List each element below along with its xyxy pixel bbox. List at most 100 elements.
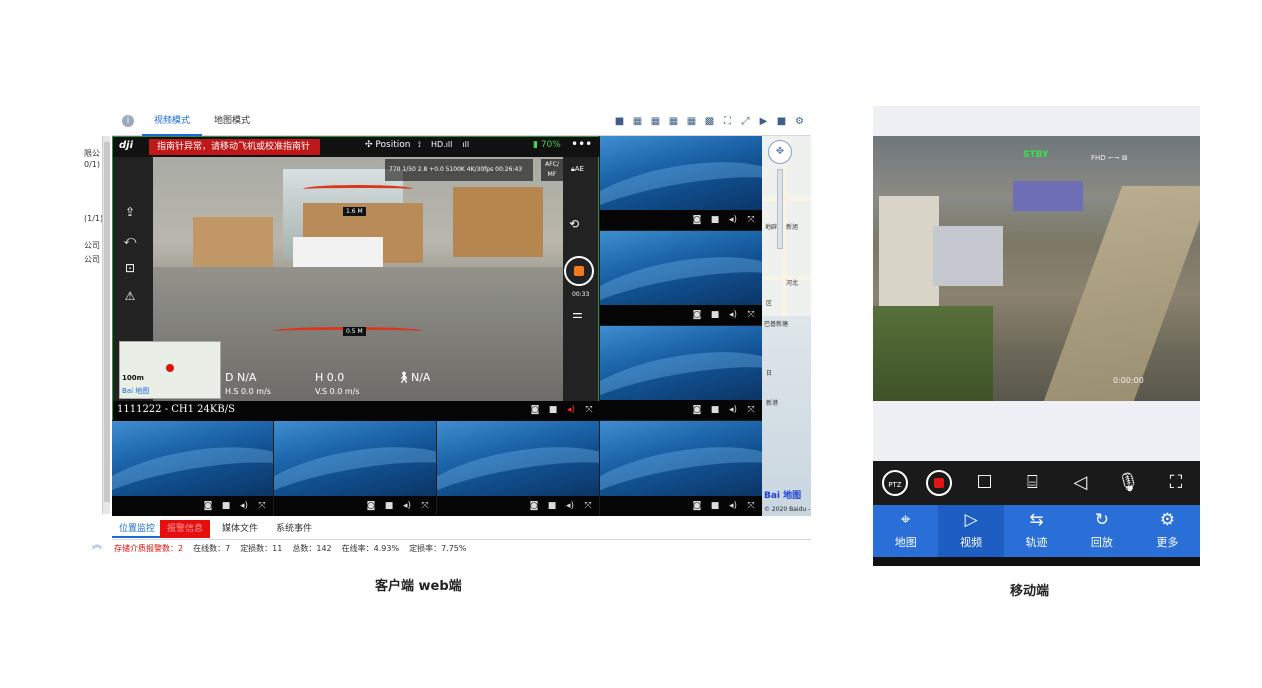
expand-icon[interactable]: ⤧	[746, 501, 756, 511]
video-cell-main[interactable]: 1.6 M 0.5 M dji 指南针异常，请移动飞机或校准指南针 ✣ Posi…	[112, 136, 600, 421]
stop-icon[interactable]: ■	[710, 215, 720, 225]
snapshot-icon[interactable]: ◙	[366, 501, 376, 511]
expand-icon[interactable]: ⤧	[420, 501, 430, 511]
obstacle-arc-top	[303, 185, 413, 193]
audio-icon[interactable]: ◂)	[728, 405, 738, 415]
nav-playback[interactable]: ↻ 回放	[1069, 505, 1134, 557]
layout-4-icon[interactable]: ▦	[632, 116, 643, 127]
remote-controller-icon[interactable]: ⊡	[121, 259, 139, 277]
audio-icon[interactable]: ◂)	[239, 501, 249, 511]
ptz-button[interactable]: PTZ	[881, 470, 908, 496]
info-icon[interactable]: i	[122, 115, 134, 127]
layout-16-icon[interactable]: ▩	[704, 116, 715, 127]
audio-icon[interactable]: ◂)	[728, 501, 738, 511]
expand-icon[interactable]: ⤧	[257, 501, 267, 511]
device-tree-item[interactable]: 限公	[84, 148, 100, 159]
map-panel[interactable]: ✥ 地辟 新旭 河北 区 巴基新塘 新港 日 Bai 地图 © 2020 Bai…	[762, 136, 811, 516]
snapshot-icon[interactable]: ◙	[692, 405, 702, 415]
snapshot-icon[interactable]: ◙	[529, 501, 539, 511]
audio-icon[interactable]: ◂)	[402, 501, 412, 511]
obstacle-avoidance-icon[interactable]: ⚠	[121, 287, 139, 305]
stop-icon[interactable]: ☐	[970, 468, 1000, 498]
fullscreen-expand-icon[interactable]: ⤢	[740, 116, 751, 127]
return-home-icon[interactable]: ⤺	[121, 231, 139, 249]
stop-icon[interactable]: ■	[547, 501, 557, 511]
expand-icon[interactable]: ⤧	[746, 215, 756, 225]
playback-icon: ↻	[1094, 510, 1110, 530]
video-cell[interactable]: ◙ ■ ◂) ⤧	[600, 136, 762, 230]
layout-9-icon[interactable]: ▦	[686, 116, 697, 127]
audio-icon[interactable]: ◂)	[566, 405, 576, 415]
battery-icon: ▮	[533, 140, 541, 150]
play-icon[interactable]: ▶	[758, 116, 769, 127]
stop-icon[interactable]: ■	[384, 501, 394, 511]
device-tree-scrollbar[interactable]	[102, 136, 110, 514]
nav-video[interactable]: ▷ 视频	[938, 505, 1004, 557]
expand-icon[interactable]: ⤧	[746, 405, 756, 415]
map-zoom-slider[interactable]	[777, 169, 783, 249]
snapshot-icon[interactable]: ◙	[530, 405, 540, 415]
expand-icon[interactable]: ⤧	[584, 405, 594, 415]
microphone-icon[interactable]: 🎙︎	[1113, 468, 1143, 498]
video-cell[interactable]: ◙ ■ ◂) ⤧	[600, 326, 762, 420]
mobile-video-frame[interactable]: STBY FHD ⌐¬ ⊠ 0:00:00	[873, 136, 1200, 401]
expand-icon[interactable]: ⤧	[746, 310, 756, 320]
device-tree-item[interactable]: (1/1)	[84, 214, 103, 223]
stop-icon[interactable]: ■	[776, 116, 787, 127]
fullscreen-fit-icon[interactable]: ⛶	[722, 116, 733, 127]
ae-lock-button[interactable]: 🔒︎AE	[571, 165, 584, 174]
minimap[interactable]: 100m Bai 地图	[119, 341, 221, 399]
more-icon[interactable]: •••	[571, 137, 592, 151]
camera-switch-icon[interactable]: ⟲	[569, 217, 579, 231]
snapshot-icon[interactable]: ◙	[692, 501, 702, 511]
video-cell[interactable]: ◙ ■ ◂) ⤧	[437, 421, 599, 516]
layout-1-icon[interactable]: ■	[614, 116, 625, 127]
fullscreen-icon[interactable]: ⛶	[1161, 468, 1191, 498]
snapshot-icon[interactable]: ◙	[203, 501, 213, 511]
video-cell[interactable]: ◙ ■ ◂) ⤧	[600, 231, 762, 325]
video-cell[interactable]: ◙ ■ ◂) ⤧	[600, 421, 762, 516]
audio-icon[interactable]: ◂)	[728, 215, 738, 225]
video-cell[interactable]: ◙ ■ ◂) ⤧	[274, 421, 436, 516]
tab-alarm-info[interactable]: 报警信息	[160, 520, 211, 538]
snapshot-icon[interactable]: ◙	[692, 215, 702, 225]
camera-params: 770 1/50 2.8 +0.0 5100K 4K/30fps 00:26:4…	[385, 159, 533, 181]
expand-icon[interactable]: ⤧	[583, 501, 593, 511]
tab-media-files[interactable]: 媒体文件	[215, 520, 265, 538]
record-button[interactable]	[925, 470, 952, 496]
snapshot-icon[interactable]: ◙	[692, 310, 702, 320]
camera-settings-icon[interactable]: ⚌	[572, 307, 583, 321]
speaker-icon[interactable]: ◁	[1065, 468, 1095, 498]
stop-icon[interactable]: ■	[710, 310, 720, 320]
stop-icon[interactable]: ■	[710, 405, 720, 415]
tab-location-monitor[interactable]: 位置监控	[112, 520, 163, 538]
nav-map[interactable]: ⌖ 地图	[873, 505, 938, 557]
tab-video-mode[interactable]: 视频模式	[142, 108, 203, 136]
takeoff-icon[interactable]: ⇪	[121, 203, 139, 221]
collapse-icon[interactable]: ︽	[88, 536, 106, 551]
tab-system-events[interactable]: 系统事件	[269, 520, 319, 538]
stop-icon[interactable]: ■	[221, 501, 231, 511]
focus-mode-button[interactable]: AFC/ MF	[541, 159, 563, 181]
device-tree-item[interactable]: 0/1)	[84, 160, 100, 169]
audio-icon[interactable]: ◂)	[565, 501, 575, 511]
device-tree-item[interactable]: 公司	[84, 240, 100, 251]
audio-icon[interactable]: ◂)	[728, 310, 738, 320]
camera-icon[interactable]: ⌸	[1017, 468, 1047, 498]
record-button[interactable]	[564, 256, 594, 286]
video-cell-toolbar: ◙ ■ ◂) ⤧	[274, 496, 436, 516]
video-time: 0:00:00	[1113, 376, 1144, 385]
device-tree-item[interactable]: 公司	[84, 254, 100, 265]
tab-map-mode[interactable]: 地图模式	[202, 108, 262, 136]
scrollbar-thumb[interactable]	[104, 142, 110, 502]
layout-6-icon[interactable]: ▦	[650, 116, 661, 127]
settings-icon[interactable]: ⚙	[794, 116, 805, 127]
stop-icon[interactable]: ■	[710, 501, 720, 511]
nav-track[interactable]: ⇆ 轨迹	[1004, 505, 1069, 557]
layout-8-icon[interactable]: ▦	[668, 116, 679, 127]
stop-icon[interactable]: ■	[548, 405, 558, 415]
nav-more[interactable]: ⚙ 更多	[1135, 505, 1200, 557]
map-label: 新港	[766, 400, 779, 407]
map-pan-control[interactable]: ✥	[768, 140, 792, 164]
video-cell[interactable]: ◙ ■ ◂) ⤧	[112, 421, 273, 516]
